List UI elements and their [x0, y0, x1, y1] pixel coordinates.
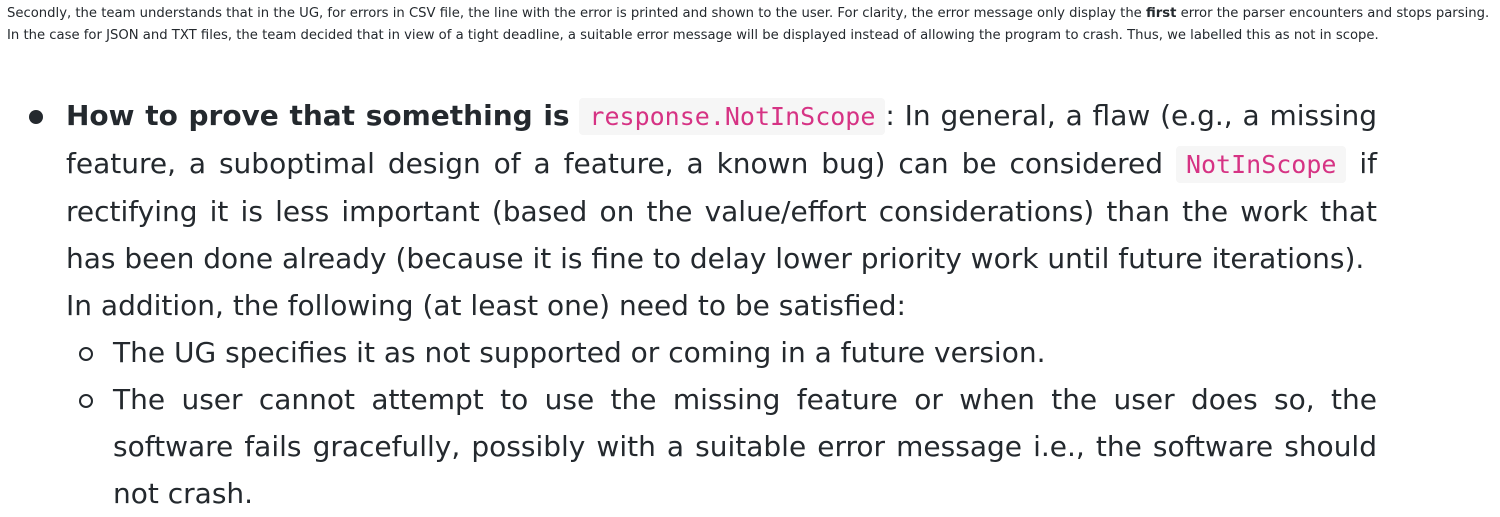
intro-bold-word: first	[1145, 6, 1177, 21]
bullet-lead-text: How to prove that something is	[66, 99, 570, 132]
main-bullet-list: How to prove that something is response.…	[0, 92, 1500, 517]
sub-bullet-list: The UG specifies it as not supported or …	[66, 329, 1377, 517]
sub-item-text: The UG specifies it as not supported or …	[113, 336, 1046, 369]
bullet-dot-icon	[29, 110, 43, 124]
intro-text-start: Secondly, the team understands that in t…	[7, 6, 1146, 21]
code-response-notinscope: response.NotInScope	[579, 98, 886, 135]
code-notinscope: NotInScope	[1175, 146, 1347, 183]
list-item: How to prove that something is response.…	[0, 92, 1377, 517]
addition-line: In addition, the following (at least one…	[66, 289, 906, 322]
hollow-circle-icon	[79, 394, 93, 408]
intro-paragraph: Secondly, the team understands that in t…	[7, 3, 1499, 47]
hollow-circle-icon	[79, 347, 93, 361]
list-item: The UG specifies it as not supported or …	[66, 329, 1377, 376]
